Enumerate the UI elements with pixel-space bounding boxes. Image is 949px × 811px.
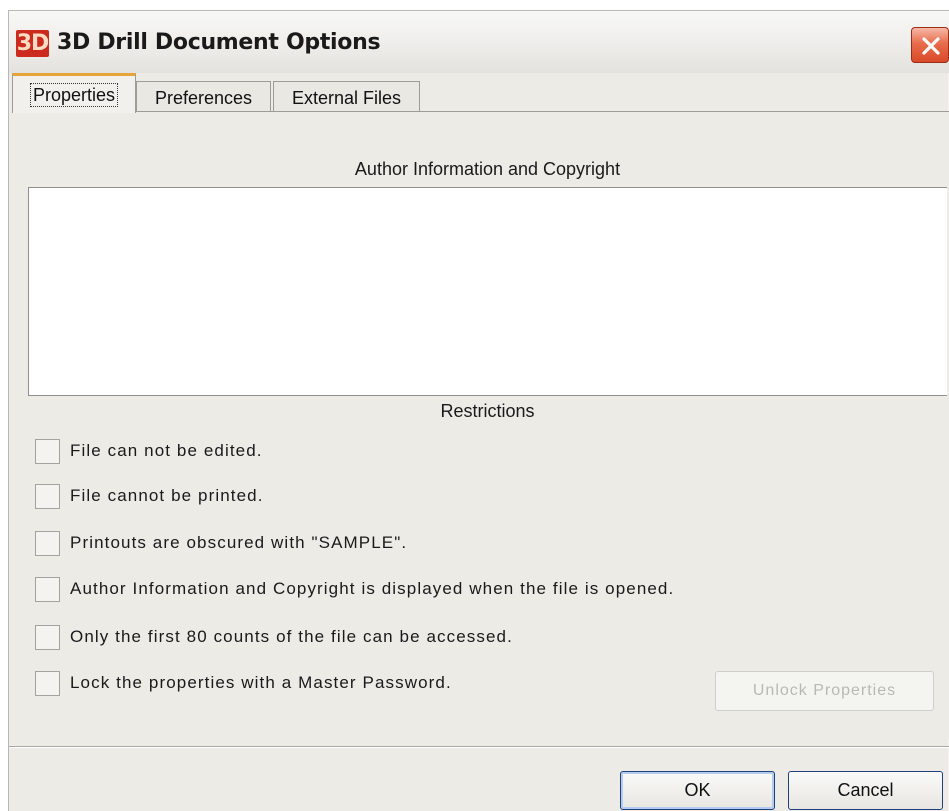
footer-divider bbox=[9, 746, 949, 748]
show-author-info-checkbox[interactable] bbox=[35, 577, 60, 602]
no-print-label: File cannot be printed. bbox=[70, 486, 264, 505]
limit-counts-checkbox[interactable] bbox=[35, 625, 60, 650]
no-edit-checkbox[interactable] bbox=[35, 439, 60, 464]
sample-watermark-checkbox[interactable] bbox=[35, 531, 60, 556]
restrictions-heading: Restrictions bbox=[440, 401, 535, 421]
tab-properties[interactable]: Properties bbox=[12, 73, 136, 113]
show-author-info-label: Author Information and Copyright is disp… bbox=[70, 579, 675, 598]
window-title: 3D Drill Document Options bbox=[57, 30, 381, 55]
no-edit-label: File can not be edited. bbox=[70, 441, 263, 460]
ok-button[interactable]: OK bbox=[620, 771, 775, 810]
tab-properties-label: Properties bbox=[29, 83, 119, 107]
tab-external-files[interactable]: External Files bbox=[273, 81, 420, 113]
title-bar[interactable]: 3D 3D Drill Document Options bbox=[9, 11, 949, 73]
tab-preferences-label: Preferences bbox=[154, 88, 253, 108]
master-password-checkbox[interactable] bbox=[35, 671, 60, 696]
tab-external-files-label: External Files bbox=[291, 88, 402, 108]
tab-preferences[interactable]: Preferences bbox=[136, 81, 271, 113]
author-info-textarea[interactable] bbox=[28, 187, 947, 396]
close-icon bbox=[922, 37, 940, 55]
dialog-window: 3D 3D Drill Document Options Properties … bbox=[8, 10, 949, 811]
cancel-button[interactable]: Cancel bbox=[788, 771, 943, 810]
close-button[interactable] bbox=[911, 27, 949, 63]
limit-counts-label: Only the first 80 counts of the file can… bbox=[70, 627, 513, 646]
app-logo-icon: 3D bbox=[16, 30, 49, 57]
master-password-label: Lock the properties with a Master Passwo… bbox=[70, 673, 452, 692]
no-print-checkbox[interactable] bbox=[35, 484, 60, 509]
sample-watermark-label: Printouts are obscured with "SAMPLE". bbox=[70, 533, 408, 552]
unlock-properties-button[interactable]: Unlock Properties bbox=[715, 671, 934, 711]
author-info-heading: Author Information and Copyright bbox=[354, 159, 621, 179]
tab-strip: Properties Preferences External Files bbox=[12, 73, 949, 113]
